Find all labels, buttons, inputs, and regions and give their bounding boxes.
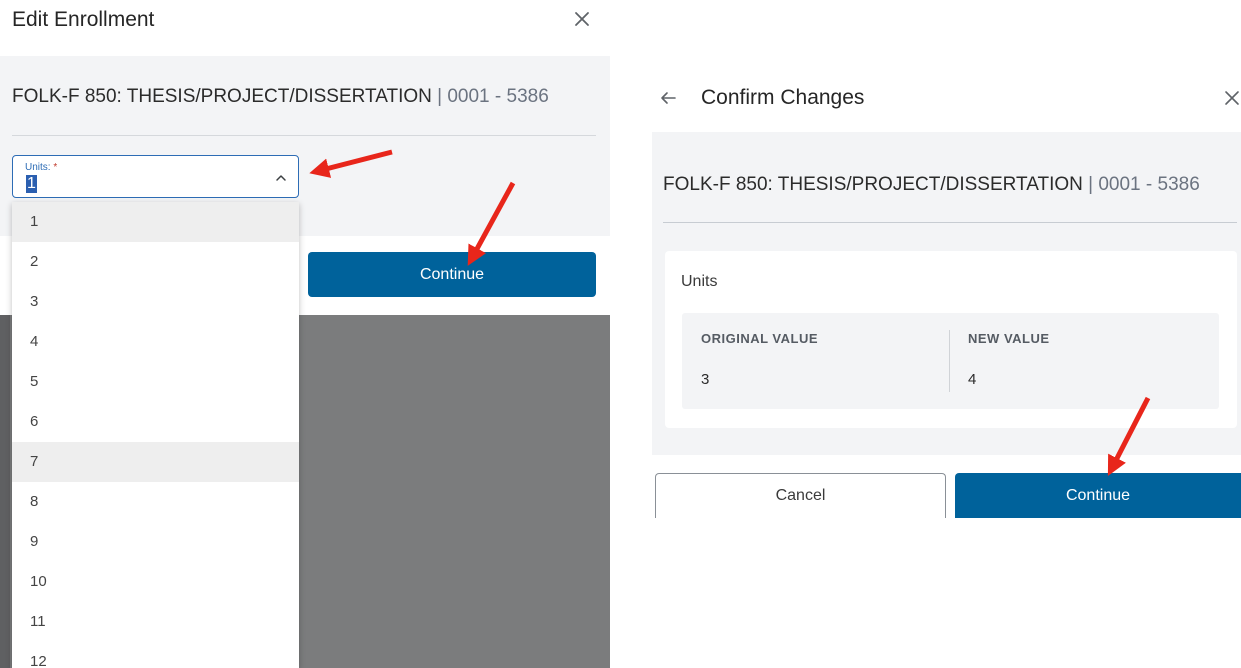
divider [663,222,1237,223]
chevron-up-icon [276,175,286,181]
comparison-separator [949,330,950,392]
changed-field-name: Units [681,273,718,290]
units-selected-value: 1 [26,175,37,193]
close-icon[interactable] [1222,88,1241,108]
course-code: FOLK-F 850: THESIS/PROJECT/DISSERTATION [663,174,1083,195]
units-option[interactable]: 3 [12,282,299,322]
course-title: FOLK-F 850: THESIS/PROJECT/DISSERTATION … [663,174,1200,196]
overlay-edge [0,315,10,668]
course-title: FOLK-F 850: THESIS/PROJECT/DISSERTATION … [12,86,549,108]
units-option[interactable]: 11 [12,602,299,642]
original-value: 3 [701,371,710,388]
new-value-label: NEW VALUE [968,331,1050,346]
continue-button[interactable]: Continue [955,473,1241,518]
units-option[interactable]: 8 [12,482,299,522]
units-dropdown-list: 1 2 3 4 5 6 7 8 9 10 11 12 [12,202,299,668]
edit-dialog-title: Edit Enrollment [12,8,155,31]
units-option[interactable]: 5 [12,362,299,402]
units-option[interactable]: 4 [12,322,299,362]
units-option[interactable]: 9 [12,522,299,562]
new-value: 4 [968,371,977,388]
units-label: Units: * [25,162,58,173]
course-section: | 0001 - 5386 [1088,174,1200,195]
confirm-dialog-title: Confirm Changes [701,86,865,109]
course-section: | 0001 - 5386 [437,86,549,107]
units-option[interactable]: 2 [12,242,299,282]
original-value-label: ORIGINAL VALUE [701,331,819,346]
units-option[interactable]: 12 [12,642,299,668]
units-option[interactable]: 10 [12,562,299,602]
units-select[interactable]: Units: * 1 [12,155,299,198]
arrow-left-icon[interactable] [658,88,678,108]
units-option[interactable]: 7 [12,442,299,482]
divider [12,135,596,136]
value-comparison [682,313,1219,409]
units-option[interactable]: 1 [12,202,299,242]
course-code: FOLK-F 850: THESIS/PROJECT/DISSERTATION [12,86,432,107]
cancel-button[interactable]: Cancel [655,473,946,518]
required-mark: * [53,162,58,173]
continue-button[interactable]: Continue [308,252,596,297]
units-option[interactable]: 6 [12,402,299,442]
close-icon[interactable] [571,8,593,30]
